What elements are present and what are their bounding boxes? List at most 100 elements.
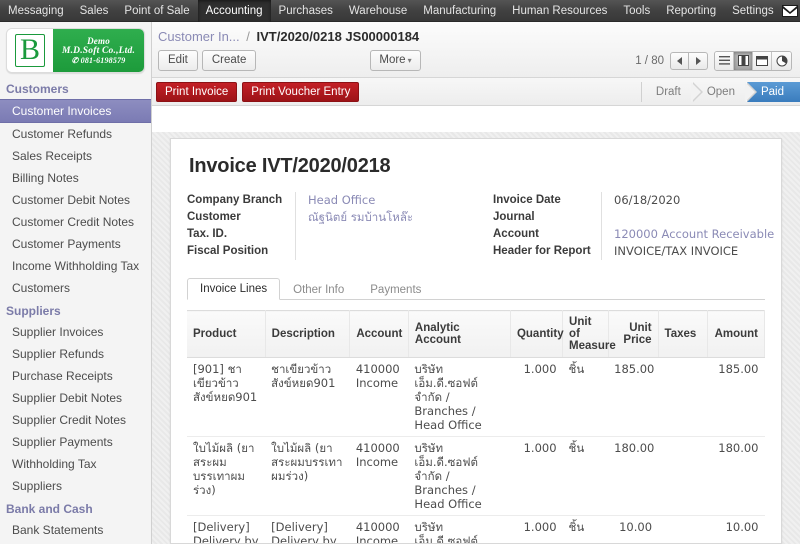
cell-account: 410000 Income (349, 515, 409, 543)
menu-item-tools[interactable]: Tools (615, 0, 658, 22)
menu-item-settings[interactable]: Settings (724, 0, 782, 22)
field-label-journal: Journal (493, 211, 535, 223)
invoice-tabs: Invoice Lines Other Info Payments (187, 278, 765, 300)
kanban-view-button[interactable] (753, 51, 772, 70)
status-stage-label: Open (706, 85, 735, 98)
field-label-customer: Customer (187, 211, 241, 223)
header-right-labels: Invoice Date Journal Account Header for Rep… (493, 192, 601, 260)
invoice-sheet: Invoice IVT/2020/0218 Company Branch Cust… (170, 138, 782, 544)
header-right-values: 06/18/2020 120000 Account Receivable INVOI… (601, 192, 781, 260)
sidebar-item-purchase-receipts[interactable]: Purchase Receipts (0, 365, 151, 387)
menu-item-warehouse[interactable]: Warehouse (341, 0, 415, 22)
field-label-fiscal-position: Fiscal Position (187, 245, 269, 257)
previous-record-button[interactable] (670, 51, 689, 70)
create-button[interactable]: Create (201, 50, 257, 71)
menu-item-manufacturing[interactable]: Manufacturing (415, 0, 504, 22)
field-label-tax-id-: Tax. ID. (187, 228, 228, 240)
sidebar-item-supplier-invoices[interactable]: Supplier Invoices (0, 321, 151, 343)
cell-analytic: บริษัท เอ็ม.ดี.ซอฟต์ จำกัด / Branches / … (408, 515, 511, 543)
sidebar-item-customer-debit-notes[interactable]: Customer Debit Notes (0, 189, 151, 211)
field-value-customer[interactable]: ณัฐนิตย์ รมบ้านโหล๊ะ (308, 209, 493, 226)
cell-amount: 185.00 (707, 357, 765, 437)
breadcrumb-separator: / (246, 29, 250, 44)
sidebar-item-income-withholding-tax[interactable]: Income Withholding Tax (0, 255, 151, 277)
tab-invoice-lines[interactable]: Invoice Lines (187, 278, 281, 300)
sidebar-item-customer-payments[interactable]: Customer Payments (0, 233, 151, 255)
cell-analytic: บริษัท เอ็ม.ดี.ซอฟต์ จำกัด / Branches / … (408, 436, 511, 516)
menu-item-human-resources[interactable]: Human Resources (504, 0, 615, 22)
cell-product: [Delivery] Delivery by Poste (187, 515, 266, 543)
table-body: [901] ชาเขียวข้าวสังข์หยด901 ชาเขียวข้าวส… (187, 357, 765, 543)
field-value-account[interactable]: 120000 Account Receivable (614, 226, 781, 243)
sidebar-item-billing-notes[interactable]: Billing Notes (0, 167, 151, 189)
sidebar-item-customer-invoices[interactable]: Customer Invoices (0, 99, 151, 123)
sidebar-item-supplier-payments[interactable]: Supplier Payments (0, 431, 151, 453)
sidebar-item-supplier-credit-notes[interactable]: Supplier Credit Notes (0, 409, 151, 431)
logo-line-2: M.D.Soft Co.,Ltd. (61, 46, 136, 56)
header-left-column: Company Branch Customer Tax. ID. Fiscal Pos… (187, 192, 493, 260)
menu-item-point-of-sale[interactable]: Point of Sale (116, 0, 197, 22)
invoice-lines-table: Product Description Account Analytic Accoun… (187, 310, 765, 543)
column-header-unit-of-measure: Unit of Measure (562, 310, 616, 358)
menu-item-purchases[interactable]: Purchases (271, 0, 341, 22)
graph-view-button[interactable] (772, 51, 791, 70)
logo-letter: B (14, 34, 45, 67)
breadcrumb-current: IVT/2020/0218 JS00000184 (256, 29, 420, 44)
pager-buttons (670, 51, 708, 70)
sidebar-item-bank-statements[interactable]: Bank Statements (0, 519, 151, 541)
menu-item-sales[interactable]: Sales (72, 0, 117, 22)
stage-arrow-inner-icon (744, 81, 755, 102)
column-header-quantity: Quantity (510, 310, 564, 358)
menu-item-reporting[interactable]: Reporting (658, 0, 724, 22)
edit-button[interactable]: Edit (158, 50, 198, 71)
header-left-labels: Company Branch Customer Tax. ID. Fiscal Pos… (187, 192, 295, 260)
field-value-company-branch[interactable]: Head Office (308, 192, 493, 209)
more-button[interactable]: More ▾ (370, 50, 421, 71)
logo-line-1: Demo (87, 36, 110, 46)
field-value-tax-id- (308, 226, 493, 243)
form-view-button[interactable] (734, 51, 753, 70)
sidebar-section-customers: Customers (6, 82, 69, 96)
print-invoice-button[interactable]: Print Invoice (156, 81, 238, 102)
sidebar-item-withholding-tax[interactable]: Withholding Tax (0, 453, 151, 475)
print-voucher-entry-button[interactable]: Print Voucher Entry (242, 81, 360, 102)
sidebar-item-supplier-refunds[interactable]: Supplier Refunds (0, 343, 151, 365)
column-header-amount: Amount (707, 310, 765, 358)
sidebar-item-customers[interactable]: Customers (0, 277, 151, 299)
status-stage-label: Paid (760, 85, 784, 98)
sidebar-section-suppliers: Suppliers (6, 304, 61, 318)
table-row[interactable]: [901] ชาเขียวข้าวสังข์หยด901 ชาเขียวข้าวส… (187, 357, 765, 437)
sidebar-item-supplier-debit-notes[interactable]: Supplier Debit Notes (0, 387, 151, 409)
list-view-button[interactable] (715, 51, 734, 70)
field-label-invoice-date: Invoice Date (493, 194, 561, 206)
sidebar-item-sales-receipts[interactable]: Sales Receipts (0, 145, 151, 167)
cell-amount: 10.00 (707, 515, 765, 543)
cell-quantity: 1.000 (510, 357, 563, 437)
tab-payments[interactable]: Payments (357, 279, 434, 300)
arrow-left-icon (677, 56, 682, 65)
cell-description: ชาเขียวข้าวสังข์หยด901 (265, 357, 350, 437)
table-header-row: Product Description Account Analytic Accoun… (187, 310, 765, 358)
next-record-button[interactable] (689, 51, 708, 70)
sidebar-item-customer-credit-notes[interactable]: Customer Credit Notes (0, 211, 151, 233)
arrow-right-icon (695, 56, 701, 65)
sidebar-item-customer-refunds[interactable]: Customer Refunds (0, 123, 151, 145)
status-bar: Draft Open Paid (640, 81, 800, 102)
breadcrumb-root[interactable]: Customer In... (158, 29, 240, 44)
table-row[interactable]: [Delivery] Delivery by Poste[Delivery] D… (187, 515, 765, 543)
main-content: Customer In... / IVT/2020/0218 JS0000018… (152, 22, 800, 544)
field-label-company-branch: Company Branch (187, 194, 283, 206)
cell-taxes (658, 357, 708, 437)
menu-item-accounting[interactable]: Accounting (197, 0, 271, 22)
menu-item-messaging[interactable]: Messaging (0, 0, 72, 22)
invoice-lines-table-wrapper: Product Description Account Analytic Accoun… (187, 310, 765, 543)
column-header-taxes: Taxes (658, 310, 709, 358)
header-left-values: Head Office ณัฐนิตย์ รมบ้านโหล๊ะ (295, 192, 493, 260)
table-row[interactable]: ใบไม้ผลิ (ยาสระผมบรรเทาผมร่วง) ใบไม้ผลิ (… (187, 436, 765, 516)
mail-icon[interactable] (781, 4, 798, 17)
control-panel: Customer In... / IVT/2020/0218 JS0000018… (152, 22, 800, 78)
cell-uom: ชิ้น (562, 515, 609, 543)
sidebar-item-suppliers[interactable]: Suppliers (0, 475, 151, 497)
tab-other-info[interactable]: Other Info (280, 279, 357, 300)
status-stage-draft[interactable]: Draft (642, 81, 703, 102)
